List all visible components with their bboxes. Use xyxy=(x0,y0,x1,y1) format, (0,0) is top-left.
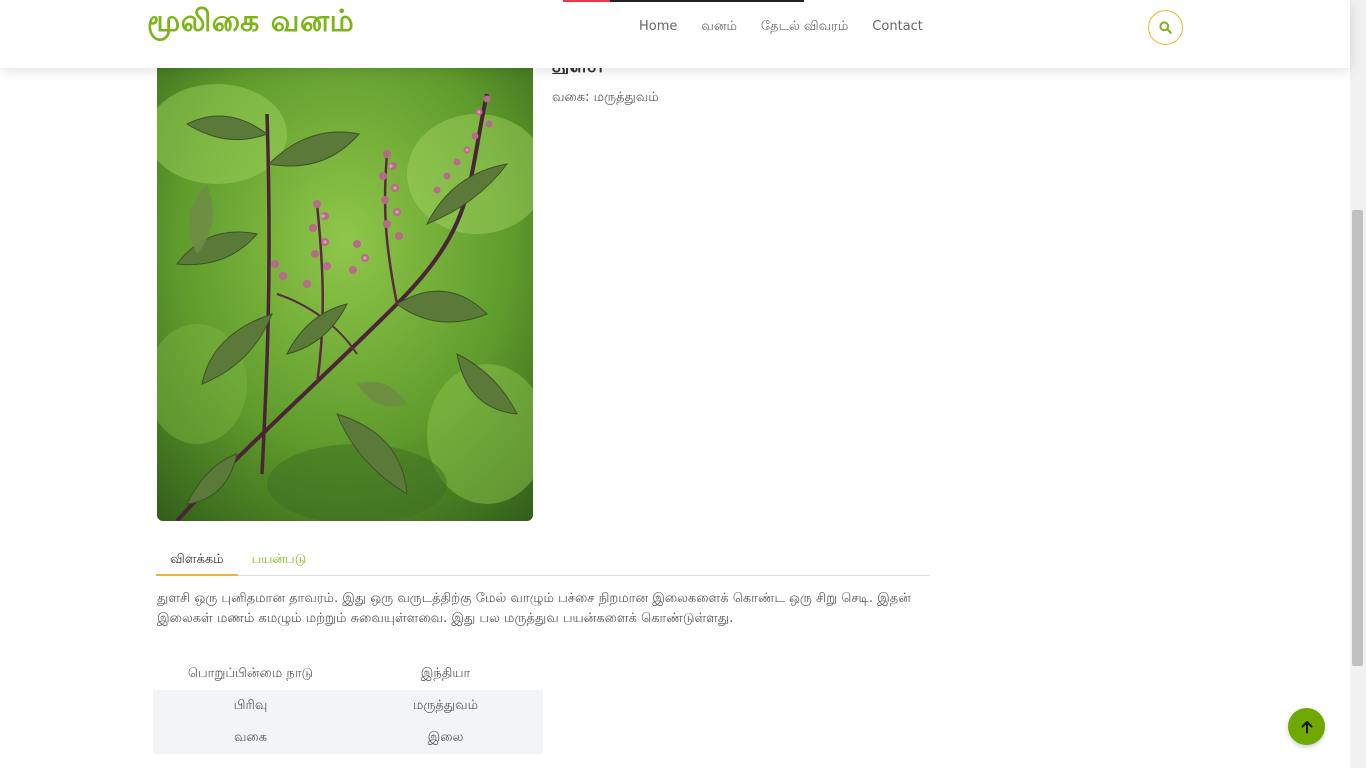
back-to-top-button[interactable] xyxy=(1288,708,1325,745)
search-button[interactable] xyxy=(1148,10,1183,45)
page-scrollbar[interactable] xyxy=(1350,0,1366,768)
site-logo[interactable]: மூலிகை வனம் xyxy=(147,4,354,43)
table-cell-label: வகை xyxy=(153,722,348,754)
scrollbar-thumb[interactable] xyxy=(1352,210,1363,666)
tab-description[interactable]: விளக்கம் xyxy=(156,545,238,576)
detail-tabs: விளக்கம் பயன்படு xyxy=(156,545,930,576)
arrow-up-icon xyxy=(1301,720,1312,733)
nav-home[interactable]: Home xyxy=(639,18,677,36)
tab-uses[interactable]: பயன்படு xyxy=(238,545,321,576)
table-row: வகை இலை xyxy=(153,722,543,754)
main-nav: Home வனம் தேடல் விவரம் Contact xyxy=(639,18,947,36)
table-cell-label: பிரிவு xyxy=(153,690,348,722)
nav-contact[interactable]: Contact xyxy=(872,18,923,36)
plant-info-table: பொறுப்பின்மை நாடு இந்தியா பிரிவு மருத்து… xyxy=(153,658,543,754)
table-cell-value: மருத்துவம் xyxy=(348,690,543,722)
plant-description: துளசி ஒரு புனிதமான தாவரம். இது ஒரு வருடத… xyxy=(157,591,911,626)
search-icon xyxy=(1159,21,1172,34)
table-cell-label: பொறுப்பின்மை நாடு xyxy=(187,666,314,681)
table-row: பொறுப்பின்மை நாடு இந்தியா xyxy=(153,658,543,690)
table-row: பிரிவு மருத்துவம் xyxy=(153,690,543,722)
top-progress-bar xyxy=(563,0,804,2)
nav-search-details[interactable]: தேடல் விவரம் xyxy=(761,18,848,36)
plant-image xyxy=(157,54,533,521)
site-header: மூலிகை வனம் Home வனம் தேடல் விவரம் Conta… xyxy=(0,0,1350,68)
table-cell-value: இலை xyxy=(348,722,543,754)
table-cell-value: இந்தியா xyxy=(420,666,471,681)
nav-vanam[interactable]: வனம் xyxy=(701,18,737,36)
plant-type: வகை: மருத்துவம் xyxy=(552,90,659,105)
